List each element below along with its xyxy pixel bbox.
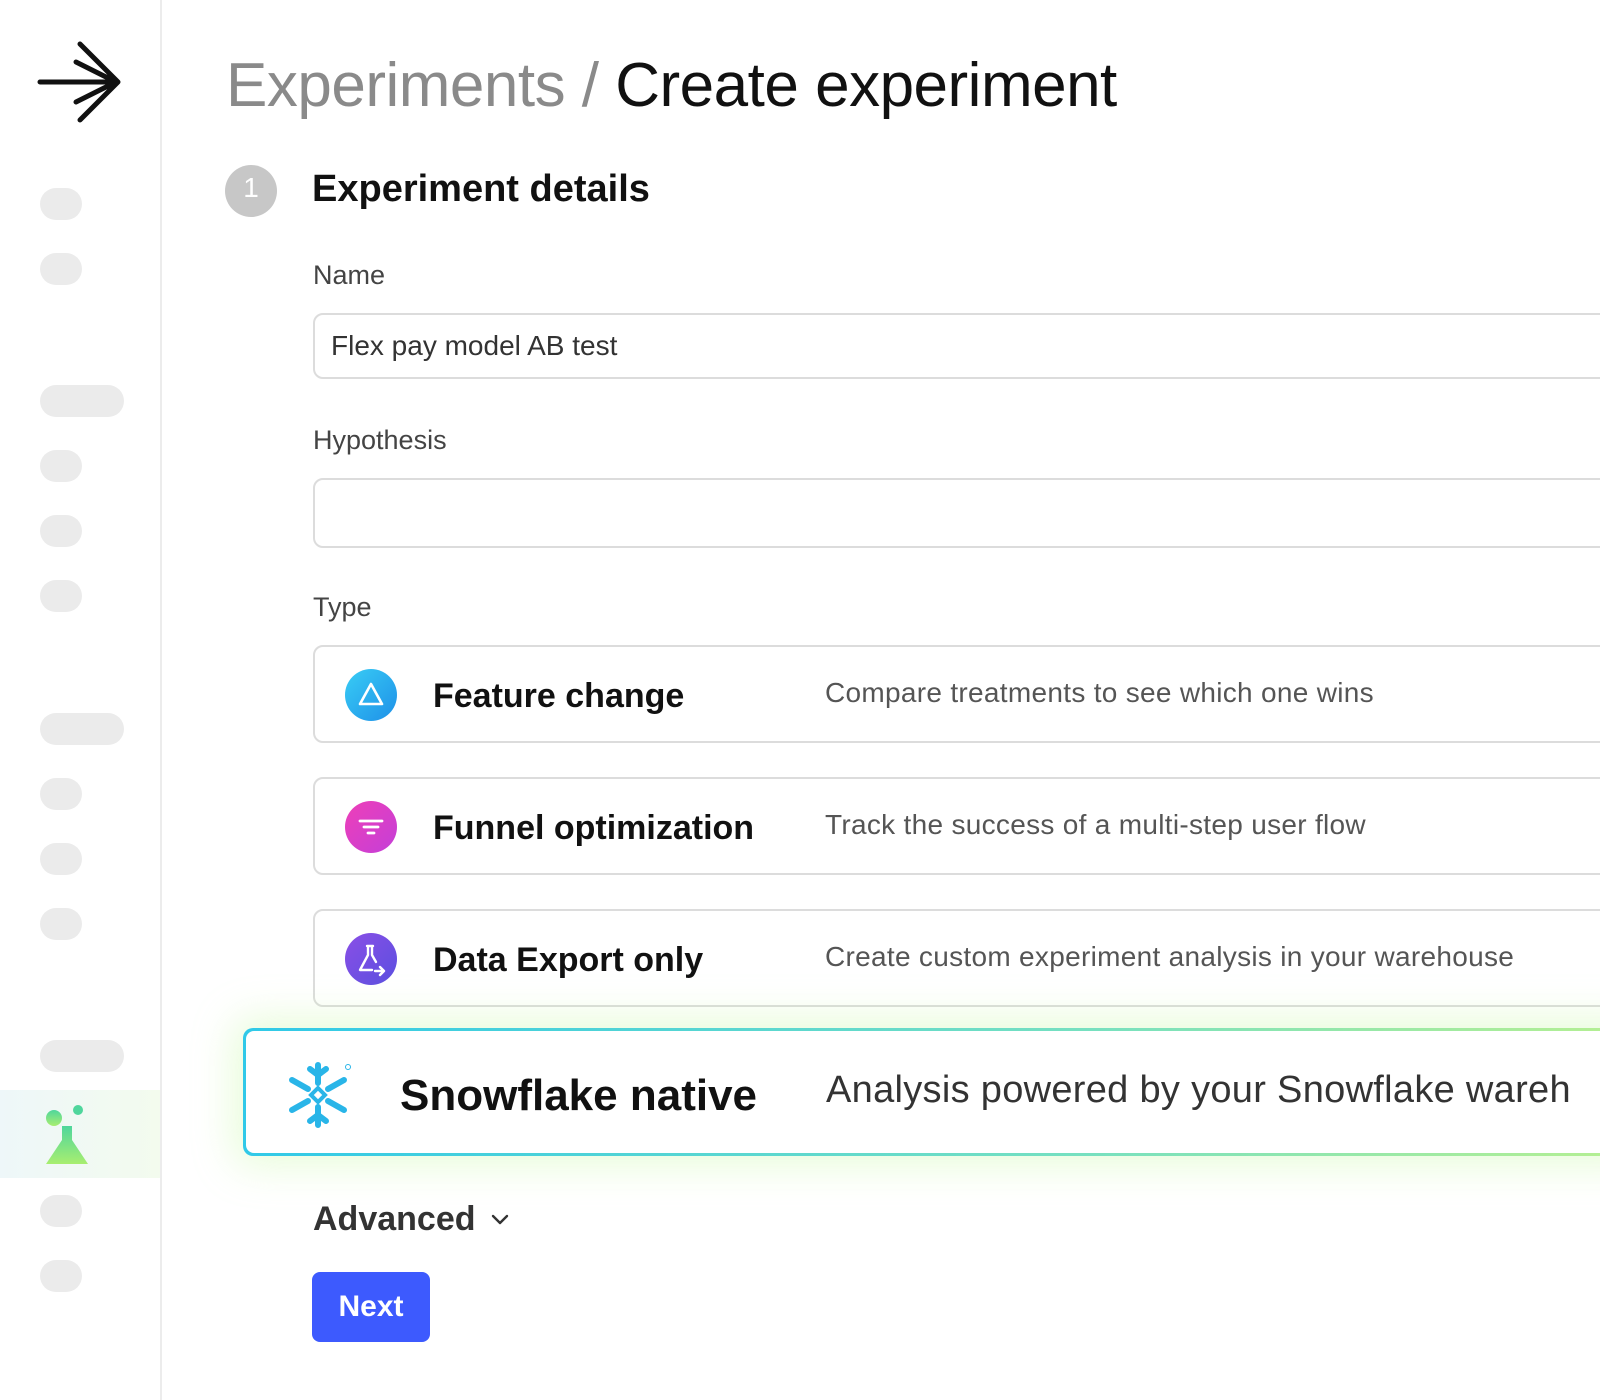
experiment-flask-icon	[46, 1105, 88, 1164]
funnel-icon	[345, 801, 397, 853]
sidebar-section-header	[40, 713, 124, 745]
hypothesis-label: Hypothesis	[313, 425, 447, 455]
type-option-name: Feature change	[433, 677, 685, 715]
breadcrumb-parent-link[interactable]: Experiments	[226, 51, 566, 120]
sidebar-item[interactable]	[40, 778, 82, 810]
sidebar-section-header	[40, 1040, 124, 1072]
name-input-value: Flex pay model AB test	[331, 330, 618, 361]
page-title: Create experiment	[615, 51, 1117, 120]
breadcrumb: Experiments / Create experiment	[226, 50, 1117, 121]
type-option-description: Track the success of a multi-step user f…	[825, 809, 1366, 840]
type-option-description: Create custom experiment analysis in you…	[825, 941, 1515, 972]
name-input[interactable]: Flex pay model AB test	[313, 313, 1600, 379]
snowflake-icon	[289, 1062, 351, 1128]
step-number-badge: 1	[225, 165, 277, 217]
next-button[interactable]: Next	[312, 1272, 430, 1342]
triangle-icon	[345, 669, 397, 721]
sidebar-section-header	[40, 385, 124, 417]
breadcrumb-separator: /	[565, 51, 616, 120]
snowflake-card-body: Snowflake native Analysis powered by you…	[246, 1031, 1600, 1153]
type-option-name: Data Export only	[433, 941, 704, 979]
sidebar-item[interactable]	[40, 253, 82, 285]
sidebar-item[interactable]	[40, 843, 82, 875]
name-label: Name	[313, 260, 386, 290]
type-option-data-export-only[interactable]: Data Export only Create custom experimen…	[313, 909, 1600, 1007]
hypothesis-input[interactable]	[313, 478, 1600, 548]
type-option-funnel-optimization[interactable]: Funnel optimization Track the success of…	[313, 777, 1600, 875]
type-option-description: Compare treatments to see which one wins	[825, 677, 1374, 708]
snowflake-option-description: Analysis powered by your Snowflake wareh	[826, 1069, 1571, 1111]
sidebar-item[interactable]	[40, 580, 82, 612]
snowflake-option-name: Snowflake native	[400, 1071, 758, 1120]
sidebar-item[interactable]	[40, 908, 82, 940]
arrow-logo-icon[interactable]	[36, 38, 126, 128]
section-title: Experiment details	[312, 168, 650, 210]
flask-export-icon	[345, 933, 397, 985]
advanced-toggle[interactable]: Advanced	[313, 1200, 512, 1239]
sidebar-item[interactable]	[40, 1260, 82, 1292]
sidebar-item[interactable]	[40, 515, 82, 547]
type-label: Type	[313, 592, 372, 622]
sidebar-item[interactable]	[40, 188, 82, 220]
sidebar-item[interactable]	[40, 1195, 82, 1227]
chevron-down-icon	[491, 1214, 508, 1224]
type-option-feature-change[interactable]: Feature change Compare treatments to see…	[313, 645, 1600, 743]
advanced-label: Advanced	[313, 1200, 476, 1238]
type-option-name: Funnel optimization	[433, 809, 755, 847]
type-option-snowflake-native[interactable]: Snowflake native Analysis powered by you…	[243, 1028, 1600, 1156]
sidebar-item[interactable]	[40, 450, 82, 482]
sidebar	[0, 0, 162, 1400]
